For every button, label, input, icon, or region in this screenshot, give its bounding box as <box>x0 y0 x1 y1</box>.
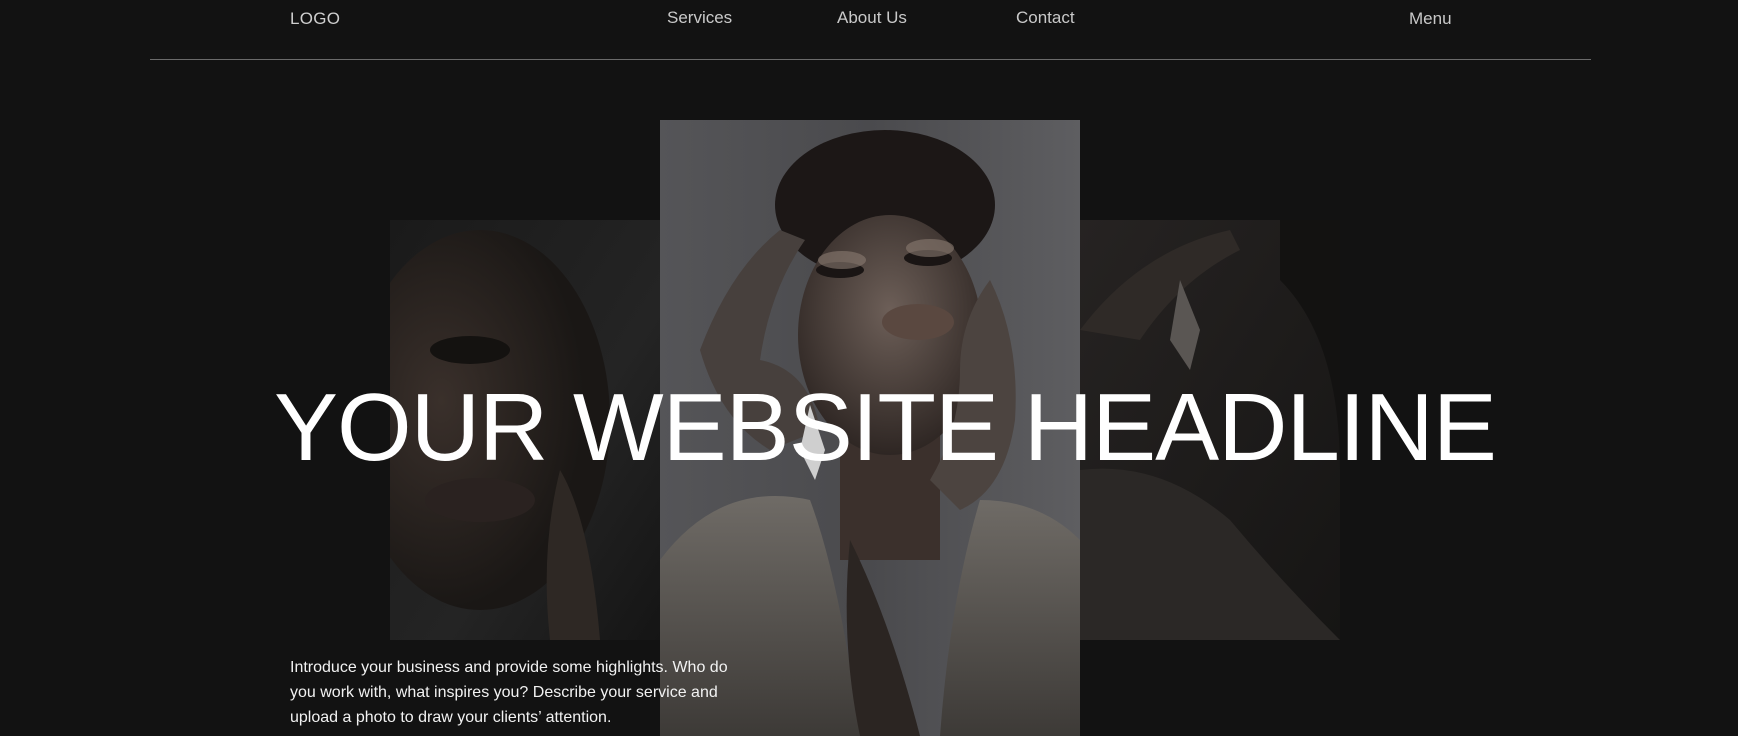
menu-button[interactable]: Menu <box>1409 9 1452 29</box>
nav-link-contact[interactable]: Contact <box>1016 8 1075 28</box>
header-divider <box>150 59 1591 60</box>
nav-link-about-us[interactable]: About Us <box>837 8 907 28</box>
hero-headline: YOUR WEBSITE HEADLINE <box>274 374 1497 481</box>
hero-intro-text: Introduce your business and provide some… <box>290 659 728 726</box>
site-header: LOGO Services About Us Contact Menu <box>0 0 1738 60</box>
nav-link-services[interactable]: Services <box>667 8 732 28</box>
logo[interactable]: LOGO <box>290 9 340 29</box>
